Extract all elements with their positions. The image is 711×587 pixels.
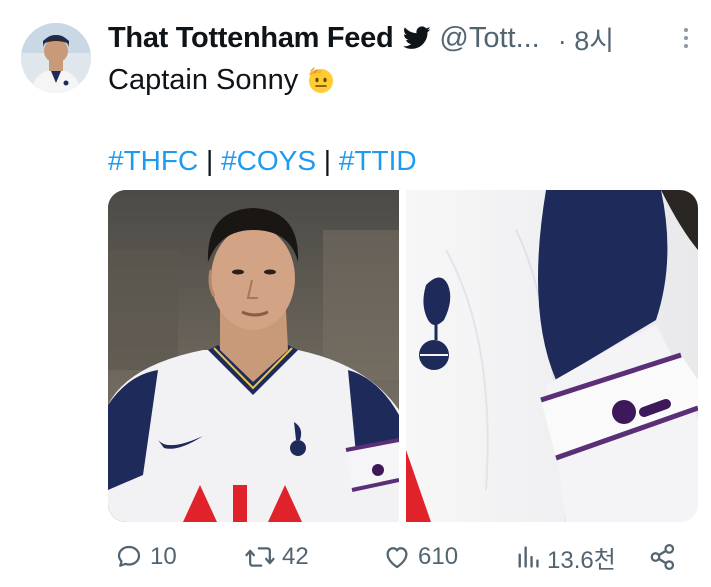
action-bar: 10 42 610 13.6천 (108, 537, 698, 577)
retweet-button[interactable]: 42 (244, 537, 309, 577)
reply-icon (117, 545, 141, 567)
saluting-face-emoji (306, 65, 336, 95)
timestamp[interactable]: · 8시 (558, 19, 614, 58)
more-options-icon[interactable] (674, 22, 698, 54)
views-bar-chart-icon (518, 546, 539, 568)
reply-count: 10 (150, 543, 177, 570)
tweet-text: Captain Sonny (108, 60, 336, 100)
photo-player-portrait[interactable] (108, 190, 399, 522)
heart-icon (386, 547, 408, 569)
avatar[interactable] (21, 23, 91, 93)
share-button[interactable] (648, 537, 678, 577)
tweet-text-content: Captain Sonny (108, 64, 299, 96)
hashtags: #THFC | #COYS | #TTID (108, 143, 417, 179)
retweet-count: 42 (282, 543, 309, 570)
retweet-icon (245, 547, 275, 567)
hashtag-separator: | (206, 145, 214, 176)
twitter-bird-icon (403, 26, 431, 50)
like-count: 610 (418, 543, 459, 570)
media-gallery (108, 190, 698, 522)
like-button[interactable]: 610 (382, 537, 458, 577)
photo-captain-armband[interactable] (406, 190, 698, 522)
view-count: 13.6천 (547, 546, 616, 574)
reply-button[interactable]: 10 (114, 537, 177, 577)
hashtag-link[interactable]: #THFC (108, 145, 198, 176)
share-icon (650, 544, 675, 570)
hashtag-link[interactable]: #COYS (221, 145, 316, 176)
hashtag-link[interactable]: #TTID (339, 145, 417, 176)
views-button[interactable]: 13.6천 (515, 537, 616, 577)
display-name[interactable]: That Tottenham Feed (108, 22, 394, 55)
handle[interactable]: @Tott... (439, 22, 539, 55)
tweet-header: That Tottenham Feed @Tott... · 8시 (108, 20, 698, 56)
hashtag-separator: | (323, 145, 332, 176)
